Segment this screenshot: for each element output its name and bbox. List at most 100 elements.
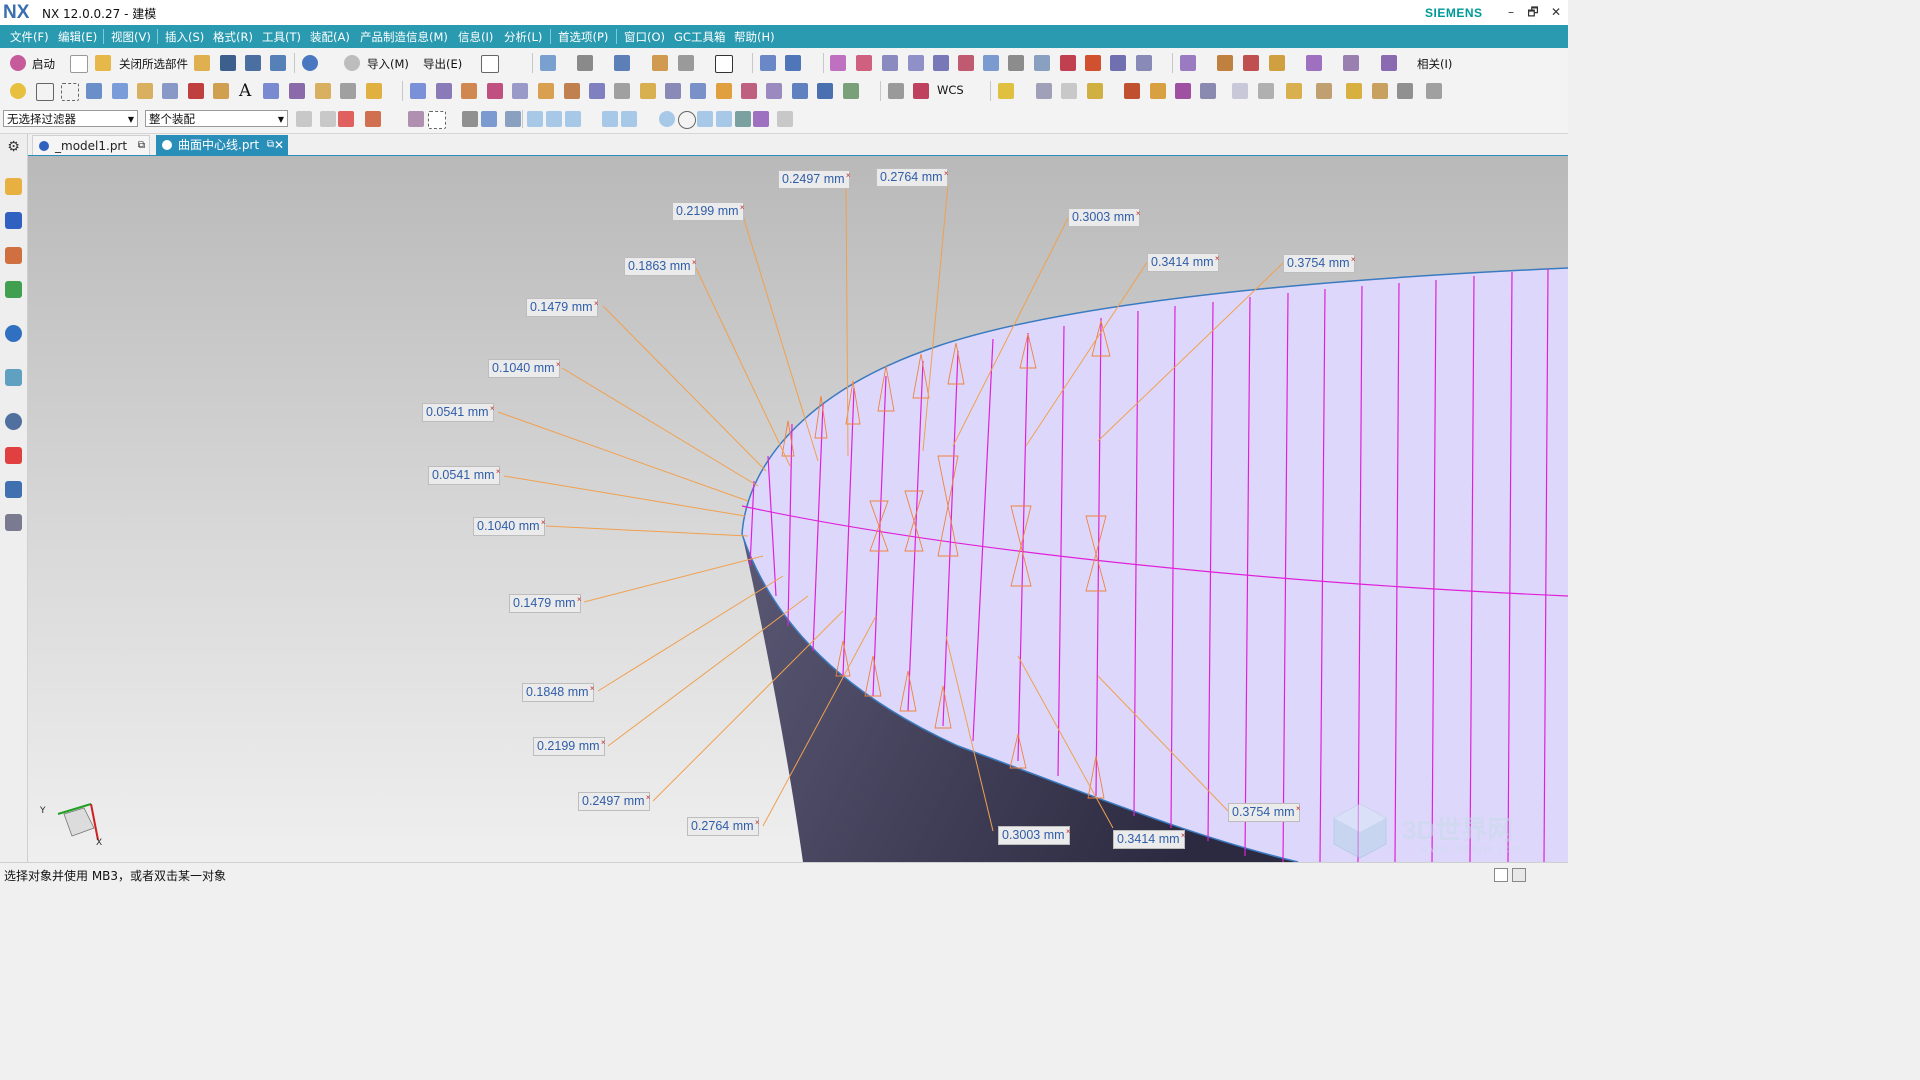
dimension-label[interactable]: 0.2199 mm × — [533, 737, 606, 756]
menu-window[interactable]: 窗口(O) — [624, 29, 665, 45]
menu-insert[interactable]: 插入(S) — [165, 29, 204, 45]
snap-end-point-icon[interactable] — [527, 111, 543, 127]
snap-center-icon[interactable] — [659, 111, 675, 127]
styled-sweep-icon[interactable] — [487, 83, 503, 99]
start-menu-label[interactable]: 启动 — [32, 56, 55, 72]
start-icon[interactable] — [10, 55, 26, 71]
face-blend-icon[interactable] — [716, 83, 732, 99]
offset-surface-icon[interactable] — [983, 55, 999, 71]
dimension-label[interactable]: 0.1479 mm × — [526, 298, 599, 317]
menu-view[interactable]: 视图(V) — [111, 29, 151, 45]
status-icon[interactable] — [1494, 868, 1508, 882]
new-file-icon[interactable] — [70, 55, 88, 73]
stop-at-intersection-icon[interactable] — [365, 111, 381, 127]
measure-icon[interactable] — [1036, 83, 1052, 99]
pack-icon[interactable] — [1316, 83, 1332, 99]
global-shaping-icon[interactable] — [741, 83, 757, 99]
restore-button[interactable]: 🗗 — [1522, 3, 1544, 21]
save-icon[interactable] — [220, 55, 236, 71]
tab-model1[interactable]: _model1.prt ⧉ — [32, 135, 150, 155]
sequence-icon[interactable] — [1258, 83, 1274, 99]
extrude-icon[interactable] — [760, 55, 776, 71]
part-navigator-icon[interactable] — [5, 247, 22, 264]
dimension-label[interactable]: 0.3414 mm × — [1113, 830, 1186, 849]
block-icon[interactable] — [112, 83, 128, 99]
sketch-icon[interactable] — [998, 83, 1014, 99]
snap-bounded-icon[interactable] — [735, 111, 751, 127]
close-icon[interactable]: ✕ — [274, 135, 284, 155]
mesh-surface-icon[interactable] — [908, 55, 924, 71]
dimension-label[interactable]: 0.1040 mm × — [473, 517, 546, 536]
shell-icon[interactable] — [213, 83, 229, 99]
snap-tangent-icon[interactable] — [640, 111, 656, 127]
dimension-label[interactable]: 0.3003 mm × — [1068, 208, 1141, 227]
cylinder-icon[interactable] — [137, 83, 153, 99]
section-view-icon[interactable] — [678, 55, 694, 71]
menu-gc-toolbox[interactable]: GC工具箱 — [674, 29, 725, 45]
point-set-icon[interactable] — [61, 83, 79, 101]
spline-icon[interactable] — [856, 55, 872, 71]
constraint-icon[interactable] — [1243, 55, 1259, 71]
close-window-button[interactable]: ✕ — [1545, 3, 1567, 21]
studio-surface-icon[interactable] — [436, 83, 452, 99]
wcs-menu-label[interactable]: WCS — [937, 83, 964, 97]
snap-quadrant-icon[interactable] — [621, 111, 637, 127]
extension-surface-icon[interactable] — [564, 83, 580, 99]
dimension-label[interactable]: 0.3754 mm × — [1228, 803, 1301, 822]
save-all-icon[interactable] — [270, 55, 286, 71]
dimension-label[interactable]: 0.1848 mm × — [522, 683, 595, 702]
product-interface-icon[interactable] — [1286, 83, 1302, 99]
open-folder-icon[interactable] — [95, 55, 111, 71]
analysis-curve-icon[interactable] — [1060, 55, 1076, 71]
graphics-window[interactable]: 0.2497 mm × 0.2764 mm × 0.2199 mm × 0.3003 … — [28, 156, 1568, 862]
thread-icon[interactable] — [340, 83, 356, 99]
snap-mid-point-icon[interactable] — [546, 111, 562, 127]
csys-icon[interactable] — [888, 83, 904, 99]
layer-icon[interactable] — [652, 55, 668, 71]
snap-pole-icon[interactable] — [753, 111, 769, 127]
i-form-icon[interactable] — [792, 83, 808, 99]
dimension-label[interactable]: 0.2199 mm × — [672, 202, 745, 221]
pattern-icon[interactable] — [289, 83, 305, 99]
menu-pmi[interactable]: 产品制造信息(M) — [360, 29, 448, 45]
point-icon[interactable] — [10, 83, 26, 99]
redo-icon[interactable] — [344, 55, 360, 71]
more-analysis-icon[interactable] — [1136, 55, 1152, 71]
menu-format[interactable]: 格式(R) — [213, 29, 253, 45]
shading-icon[interactable] — [577, 55, 593, 71]
mass-properties-icon[interactable] — [1061, 83, 1077, 99]
text-tool-icon[interactable]: A — [239, 81, 251, 101]
snap-control-point-icon[interactable] — [565, 111, 581, 127]
display-mode-icon[interactable] — [481, 55, 499, 73]
chamfer-icon[interactable] — [188, 83, 204, 99]
history-icon[interactable] — [5, 413, 22, 430]
close-selected-parts-label[interactable]: 关闭所选部件 — [119, 56, 188, 72]
select-all-icon[interactable] — [481, 111, 497, 127]
type-filter-dropdown[interactable]: 无选择过滤器 ▼ — [3, 110, 138, 127]
dimension-label[interactable]: 0.1040 mm × — [488, 359, 561, 378]
snap-icon[interactable] — [1124, 83, 1140, 99]
recent-parts-icon[interactable] — [194, 55, 210, 71]
snap-on-surface-icon[interactable] — [716, 111, 732, 127]
menu-tools[interactable]: 工具(T) — [262, 29, 301, 45]
mirror-assembly-icon[interactable] — [1306, 55, 1322, 71]
add-feature-icon[interactable] — [1087, 83, 1103, 99]
law-extension-icon[interactable] — [589, 83, 605, 99]
process-studio-icon[interactable] — [5, 447, 22, 464]
sew-icon[interactable] — [1034, 55, 1050, 71]
assembly-navigator-icon[interactable] — [5, 178, 22, 195]
replace-component-icon[interactable] — [1175, 83, 1191, 99]
snap-intersection-icon[interactable] — [584, 111, 600, 127]
feature-select-icon[interactable] — [320, 111, 336, 127]
explode-icon[interactable] — [1343, 55, 1359, 71]
snap-on-curve-icon[interactable] — [678, 111, 696, 129]
export-menu-label[interactable]: 导出(E) — [423, 56, 462, 72]
selection-options-icon[interactable] — [296, 111, 312, 127]
web-browser-icon[interactable] — [5, 369, 22, 386]
constraint-navigator-icon[interactable] — [5, 212, 22, 229]
revolve-icon[interactable] — [785, 55, 801, 71]
popout-icon[interactable]: ⧉ — [138, 136, 145, 156]
match-edge-icon[interactable] — [843, 83, 859, 99]
trim-body-icon[interactable] — [1008, 55, 1024, 71]
box-select-icon[interactable] — [428, 111, 446, 129]
